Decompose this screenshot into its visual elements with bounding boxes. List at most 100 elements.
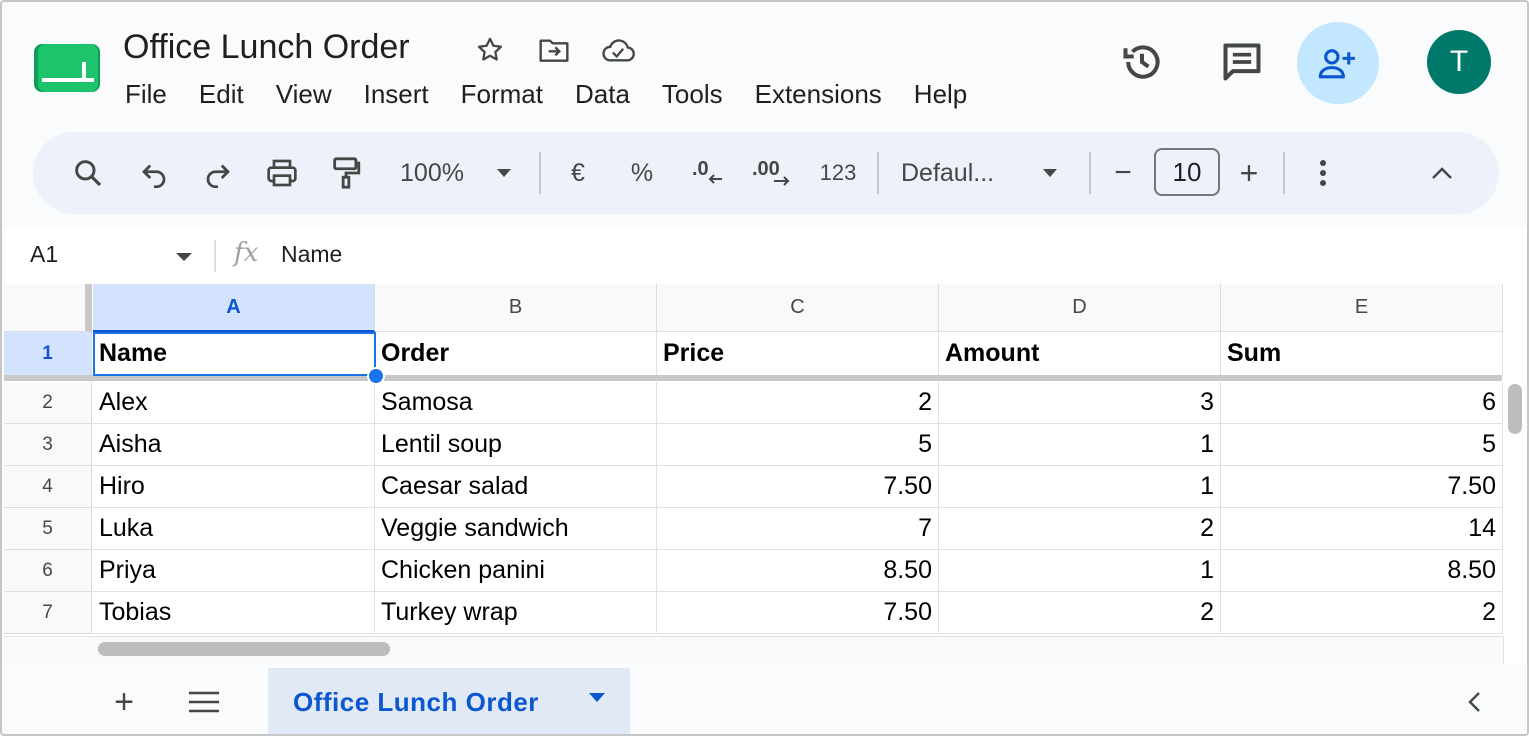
table-cell[interactable]: Lentil soup (375, 424, 657, 466)
table-cell[interactable]: 14 (1221, 508, 1503, 550)
table-cell[interactable]: 6 (1221, 382, 1503, 424)
table-cell[interactable]: Priya (93, 550, 375, 592)
table-cell[interactable]: 2 (1221, 592, 1503, 634)
table-cell[interactable]: Luka (93, 508, 375, 550)
column-header-b[interactable]: B (375, 284, 657, 332)
header-cell[interactable]: Name (93, 332, 375, 376)
table-cell[interactable]: 8.50 (657, 550, 939, 592)
scroll-tabs-left-icon[interactable] (1454, 682, 1494, 722)
sheet-tab-caret-icon[interactable] (588, 692, 606, 704)
table-cell[interactable]: 1 (939, 550, 1221, 592)
table-cell[interactable]: Samosa (375, 382, 657, 424)
more-formats-button[interactable]: 123 (813, 132, 863, 214)
table-cell[interactable]: Alex (93, 382, 375, 424)
menu-tools[interactable]: Tools (646, 78, 739, 110)
formula-input[interactable]: Name (281, 241, 342, 268)
menu-format[interactable]: Format (445, 78, 559, 110)
table-cell[interactable]: 5 (657, 424, 939, 466)
column-header-c[interactable]: C (657, 284, 939, 332)
name-box-caret-icon[interactable] (172, 242, 196, 270)
font-size-input[interactable]: 10 (1154, 148, 1220, 196)
menu-edit[interactable]: Edit (183, 78, 260, 110)
more-options-icon[interactable] (1305, 132, 1341, 214)
paint-format-icon[interactable] (321, 132, 371, 214)
column-header-a[interactable]: A (93, 284, 375, 332)
row-header[interactable]: 5 (4, 508, 92, 550)
table-cell[interactable]: 5 (1221, 424, 1503, 466)
table-cell[interactable]: 3 (939, 382, 1221, 424)
document-title[interactable]: Office Lunch Order (123, 28, 410, 67)
all-sheets-icon[interactable] (184, 682, 224, 722)
header-cell[interactable]: Amount (939, 332, 1221, 376)
menu-help[interactable]: Help (898, 78, 983, 110)
row-header[interactable]: 6 (4, 550, 92, 592)
currency-format-button[interactable]: € (557, 132, 599, 214)
percent-format-button[interactable]: % (621, 132, 663, 214)
font-caret-icon[interactable] (1035, 132, 1065, 214)
table-cell[interactable]: 2 (939, 508, 1221, 550)
collapse-toolbar-icon[interactable] (1417, 132, 1467, 214)
menu-data[interactable]: Data (559, 78, 646, 110)
decrease-font-size-button[interactable]: − (1103, 132, 1143, 214)
row-header[interactable]: 3 (4, 424, 92, 466)
table-cell[interactable]: 2 (939, 592, 1221, 634)
undo-icon[interactable] (129, 132, 179, 214)
table-cell[interactable]: Caesar salad (375, 466, 657, 508)
table-cell[interactable]: 8.50 (1221, 550, 1503, 592)
fill-handle[interactable] (367, 367, 385, 385)
search-icon[interactable] (63, 132, 113, 214)
table-cell[interactable]: Aisha (93, 424, 375, 466)
increase-decimal-button[interactable]: .00 (745, 132, 801, 214)
zoom-select[interactable]: 100% (387, 132, 477, 214)
spreadsheet-grid[interactable]: A B C D E 1 Name Order Price Amount Sum 2 Alex Samosa… (4, 284, 1527, 664)
column-header-d[interactable]: D (939, 284, 1221, 332)
menu-insert[interactable]: Insert (348, 78, 445, 110)
cloud-saved-icon[interactable] (600, 32, 636, 68)
menu-view[interactable]: View (260, 78, 348, 110)
header-cell[interactable]: Price (657, 332, 939, 376)
sheets-logo-icon[interactable] (34, 44, 102, 92)
table-cell[interactable]: 7.50 (657, 466, 939, 508)
add-sheet-button[interactable]: + (104, 682, 144, 722)
row-header[interactable]: 2 (4, 382, 92, 424)
decrease-decimal-button[interactable]: .0 (683, 132, 733, 214)
horizontal-scrollbar[interactable] (98, 642, 390, 656)
name-box[interactable]: A1 (30, 241, 58, 268)
table-cell[interactable]: 2 (657, 382, 939, 424)
row-header[interactable]: 1 (4, 332, 92, 376)
print-icon[interactable] (257, 132, 307, 214)
star-icon[interactable] (472, 32, 508, 68)
zoom-caret-icon[interactable] (489, 132, 519, 214)
move-to-folder-icon[interactable] (536, 32, 572, 68)
increase-font-size-button[interactable]: + (1229, 132, 1269, 214)
vertical-scrollbar[interactable] (1508, 384, 1522, 434)
header-cell[interactable]: Order (375, 332, 657, 376)
toolbar-divider (877, 152, 879, 194)
table-cell[interactable]: 1 (939, 466, 1221, 508)
table-cell[interactable]: Turkey wrap (375, 592, 657, 634)
table-cell[interactable]: Veggie sandwich (375, 508, 657, 550)
table-cell[interactable]: 7.50 (657, 592, 939, 634)
column-header-e[interactable]: E (1221, 284, 1503, 332)
table-cell[interactable]: Tobias (93, 592, 375, 634)
select-all-corner[interactable] (4, 284, 92, 332)
row-header[interactable]: 7 (4, 592, 92, 634)
comments-icon[interactable] (1216, 36, 1268, 88)
freeze-row-divider[interactable] (4, 375, 1502, 381)
header-cell[interactable]: Sum (1221, 332, 1503, 376)
table-cell[interactable]: 1 (939, 424, 1221, 466)
sheet-tab-active[interactable]: Office Lunch Order (268, 668, 630, 734)
account-avatar[interactable]: T (1427, 30, 1491, 94)
table-cell[interactable]: 7 (657, 508, 939, 550)
menu-extensions[interactable]: Extensions (739, 78, 898, 110)
share-button[interactable] (1297, 22, 1379, 104)
spreadsheet-window: Office Lunch Order File Edit View Insert… (0, 0, 1529, 736)
font-family-select[interactable]: Defaul... (901, 132, 1021, 214)
table-cell[interactable]: Chicken panini (375, 550, 657, 592)
menu-file[interactable]: File (109, 78, 183, 110)
version-history-icon[interactable] (1116, 36, 1168, 88)
redo-icon[interactable] (193, 132, 243, 214)
row-header[interactable]: 4 (4, 466, 92, 508)
table-cell[interactable]: Hiro (93, 466, 375, 508)
table-cell[interactable]: 7.50 (1221, 466, 1503, 508)
